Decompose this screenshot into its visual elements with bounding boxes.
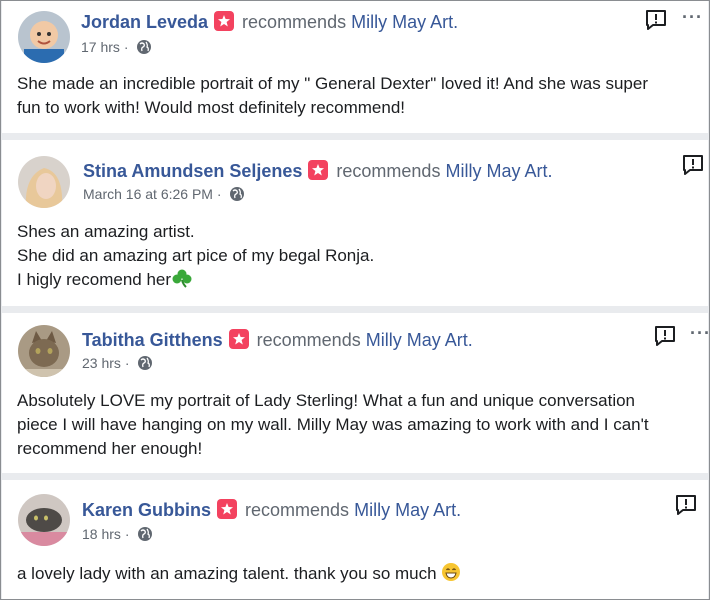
globe-icon — [136, 39, 152, 58]
recommendation-card: Stina Amundsen Seljenes recommends Milly … — [2, 140, 708, 306]
post-body-line: Shes an amazing artist. — [17, 222, 195, 241]
author-name[interactable]: Tabitha Gitthens — [82, 330, 223, 350]
recommends-text: recommends — [242, 12, 347, 32]
post-body-line: Absolutely LOVE my portrait of Lady Ster… — [17, 391, 636, 410]
post-body-line: a lovely lady with an amazing talent. th… — [17, 564, 437, 583]
meta-separator: · — [216, 186, 222, 202]
globe-icon — [137, 526, 153, 545]
meta-separator: · — [124, 526, 130, 542]
report-icon[interactable] — [654, 325, 676, 347]
globe-icon — [229, 186, 245, 205]
post-time[interactable]: March 16 at 6:26 PM — [83, 186, 213, 202]
post-body-line: I higly recomend her — [17, 270, 172, 289]
recommend-badge-icon — [217, 499, 238, 519]
post-time[interactable]: 23 hrs — [82, 355, 121, 371]
page-link[interactable]: Milly May Art. — [354, 500, 461, 520]
recommendation-card: Karen Gubbins recommends Milly May Art. 1… — [2, 480, 708, 599]
recommend-badge-icon — [308, 160, 329, 180]
page-link[interactable]: Milly May Art. — [366, 330, 473, 350]
page-link[interactable]: Milly May Art. — [351, 12, 458, 32]
report-icon[interactable] — [675, 494, 697, 516]
report-icon[interactable] — [645, 9, 667, 31]
post-body-line: She did an amazing art pice of my begal … — [17, 246, 375, 265]
recommendations-feed: Jordan Leveda recommends Milly May Art. 1… — [0, 0, 710, 600]
grinning-face-emoji-icon — [441, 562, 461, 589]
avatar[interactable] — [18, 156, 70, 208]
author-name[interactable]: Karen Gubbins — [82, 500, 211, 520]
report-icon[interactable] — [682, 154, 704, 176]
more-options-button[interactable]: ··· — [690, 323, 709, 344]
recommends-text: recommends — [336, 161, 441, 181]
post-time[interactable]: 18 hrs — [82, 526, 121, 542]
avatar[interactable] — [18, 11, 70, 63]
recommendation-card: Jordan Leveda recommends Milly May Art. 1… — [2, 1, 708, 133]
post-body-line: She made an incredible portrait of my " … — [17, 74, 649, 93]
meta-separator: · — [123, 39, 129, 55]
avatar[interactable] — [18, 325, 70, 377]
globe-icon — [137, 355, 153, 374]
avatar[interactable] — [18, 494, 70, 546]
recommends-text: recommends — [245, 500, 350, 520]
recommend-badge-icon — [228, 329, 249, 349]
post-body-line: recommend her enough! — [17, 439, 203, 458]
author-name[interactable]: Jordan Leveda — [81, 12, 208, 32]
recommends-text: recommends — [256, 330, 361, 350]
meta-separator: · — [124, 355, 130, 371]
recommend-badge-icon — [214, 11, 235, 31]
post-body-line: piece I will have hanging on my wall. Mi… — [17, 415, 649, 434]
shamrock-icon — [171, 268, 193, 295]
post-body-line: fun to work with! Would most definitely … — [17, 98, 406, 117]
author-name[interactable]: Stina Amundsen Seljenes — [83, 161, 302, 181]
recommendation-card: Tabitha Gitthens recommends Milly May Art… — [2, 313, 709, 473]
page-link[interactable]: Milly May Art. — [445, 161, 552, 181]
post-time[interactable]: 17 hrs — [81, 39, 120, 55]
more-options-button[interactable]: ··· — [682, 7, 703, 28]
